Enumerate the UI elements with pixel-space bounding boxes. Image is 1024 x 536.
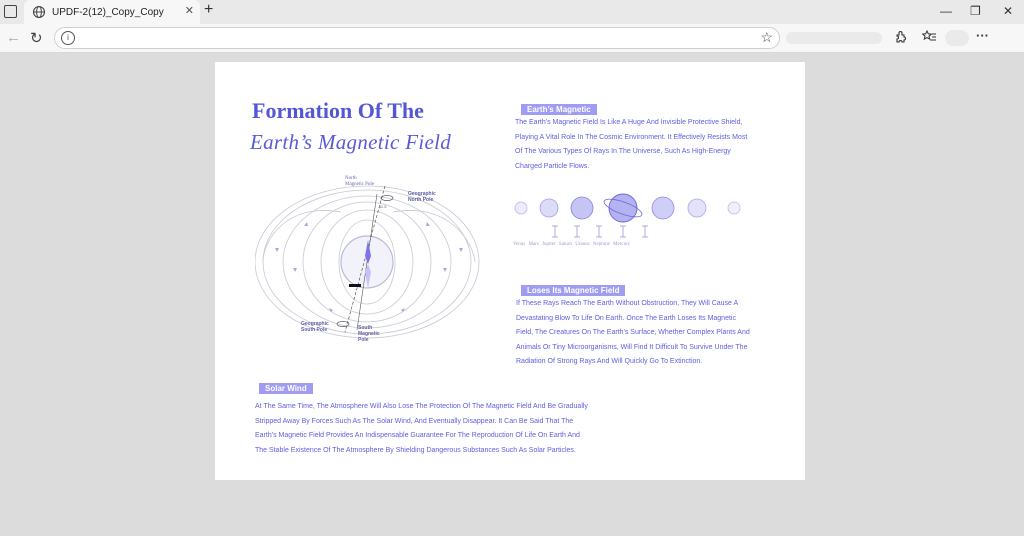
paragraph-line: Stripped Away By Forces Such As The Sola…	[255, 417, 574, 425]
paragraph-line: Charged Particle Flows.	[515, 162, 590, 170]
tab-actions-icon[interactable]	[4, 5, 17, 18]
back-button[interactable]: ←	[6, 29, 21, 46]
planet-saturn-icon	[608, 193, 638, 223]
browser-toolbar: ← ↻ i ☆ ···	[0, 24, 1024, 53]
section-heading-loses-its-magnetic-field: Loses Its Magnetic Field	[521, 285, 626, 296]
south-magnetic-pole-label-3: Pole	[358, 337, 369, 343]
paragraph-line: Of The Various Types Of Rays In The Univ…	[515, 148, 731, 155]
planet-label: Mars	[528, 242, 539, 247]
address-bar[interactable]: i ☆	[54, 27, 780, 49]
planet-neptune-icon	[687, 198, 707, 218]
tab-bar: UPDF-2(12)_Copy_Copy ✕ + — ❐ ✕	[0, 0, 1024, 24]
paragraph-line: If These Rays Reach The Earth Without Ob…	[516, 300, 739, 307]
paragraph-line: At The Same Time, The Atmosphere Will Al…	[255, 403, 588, 410]
planet-label: Uranus	[575, 242, 590, 247]
section-heading-earths-magnetic: Earth’s Magnetic	[521, 104, 597, 115]
angle-label: 11.5	[379, 204, 387, 209]
section2-paragraph: If These Rays Reach The Earth Without Ob…	[516, 297, 776, 370]
planet-venus-icon	[514, 201, 528, 215]
globe-icon	[32, 5, 46, 19]
profile-avatar[interactable]	[945, 30, 969, 46]
paragraph-line: Playing A Vital Role In The Cosmic Envir…	[515, 133, 748, 141]
planet-label: Neptune	[592, 242, 610, 247]
geographic-north-pole-label-2: North Pole	[408, 197, 433, 203]
paragraph-line: Field, The Creatures On The Earth's Surf…	[516, 329, 750, 336]
close-window-button[interactable]: ✕	[1003, 4, 1013, 18]
planet-label: Venus	[513, 242, 526, 247]
planet-jupiter-icon	[570, 196, 594, 220]
new-tab-button[interactable]: +	[204, 1, 213, 19]
planet-label: Jupiter	[542, 242, 556, 247]
reload-button[interactable]: ↻	[30, 29, 43, 47]
info-icon[interactable]: i	[61, 31, 75, 45]
favorite-star-icon[interactable]: ☆	[760, 29, 773, 46]
planet-label: Saturn	[558, 242, 572, 247]
planet-mercury-icon	[727, 201, 741, 215]
paragraph-line: Animals Or Tiny Microorganisms, Will Fin…	[516, 343, 748, 351]
more-menu-icon[interactable]: ···	[976, 28, 989, 43]
extensions-icon[interactable]	[894, 30, 908, 44]
tab-active[interactable]: UPDF-2(12)_Copy_Copy ✕	[24, 0, 200, 24]
section1-paragraph: The Earth's Magnetic Field Is Like A Hug…	[515, 116, 765, 174]
favorites-icon[interactable]	[922, 30, 937, 44]
document-title-line1: Formation Of The	[252, 98, 424, 123]
paragraph-line: The Earth's Magnetic Field Is Like A Hug…	[515, 119, 743, 126]
section-heading-solar-wind: Solar Wind	[259, 383, 313, 394]
magnetic-field-diagram: North Magnetic Pole Geographic North Pol…	[255, 176, 480, 343]
north-magnetic-pole-label-2: Magnetic Pole	[345, 182, 375, 187]
paragraph-line: Radiation Of Strong Rays And Will Quickl…	[516, 358, 703, 365]
restore-button[interactable]: ❐	[970, 4, 981, 18]
section3-paragraph: At The Same Time, The Atmosphere Will Al…	[255, 400, 615, 458]
minimize-button[interactable]: —	[940, 4, 952, 18]
blurred-toolbar-area	[786, 32, 882, 44]
geographic-south-pole-label-2: South Pole	[301, 327, 327, 333]
paragraph-line: Earth's Magnetic Field Provides An Indis…	[255, 432, 580, 439]
planet-mars-icon	[539, 198, 559, 218]
paragraph-line: Devastating Blow To Life On Earth. Once …	[516, 314, 736, 322]
planet-label: Mercury	[613, 242, 631, 247]
planets-illustration	[514, 193, 741, 238]
pdf-page: Formation Of The Earth’s Magnetic Field …	[215, 62, 805, 480]
tab-title: UPDF-2(12)_Copy_Copy	[52, 6, 164, 18]
planet-uranus-icon	[651, 196, 675, 220]
paragraph-line: The Stable Existence Of The Atmosphere B…	[255, 446, 576, 454]
document-title-line2: Earth’s Magnetic Field	[250, 130, 452, 154]
north-magnetic-pole-label-1: North	[345, 176, 357, 181]
tab-close-icon[interactable]: ✕	[185, 4, 194, 17]
planet-labels: Venus Mars Jupiter Saturn Uranus Neptune…	[513, 242, 632, 247]
